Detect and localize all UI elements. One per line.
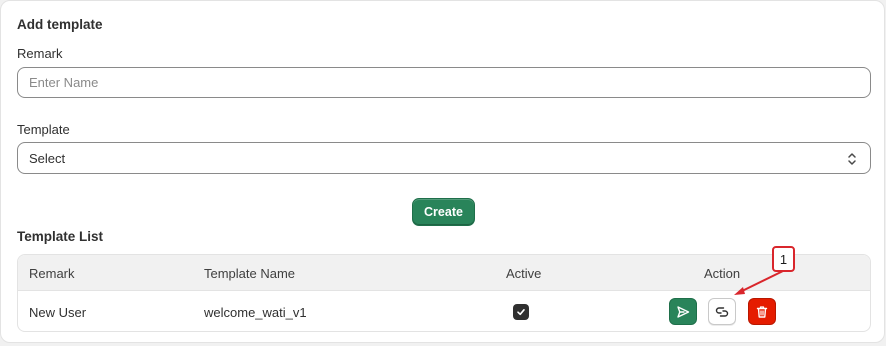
template-select-value: Select	[29, 150, 66, 166]
template-select[interactable]: Select	[17, 142, 871, 174]
create-button[interactable]: Create	[412, 198, 475, 226]
chevron-up-down-icon	[848, 153, 856, 165]
active-checkbox[interactable]	[513, 304, 529, 320]
annotation-arrow-icon	[734, 270, 784, 295]
row-remark: New User	[29, 305, 87, 320]
column-header-template-name: Template Name	[204, 266, 296, 281]
column-header-active: Active	[506, 266, 542, 281]
remark-input[interactable]	[17, 67, 871, 98]
row-template-name: welcome_wati_v1	[204, 305, 307, 320]
send-button[interactable]	[669, 298, 697, 325]
column-header-remark: Remark	[29, 266, 75, 281]
check-icon	[517, 309, 525, 316]
delete-button[interactable]	[748, 298, 776, 325]
send-icon	[677, 305, 690, 318]
trash-icon	[756, 305, 768, 318]
template-label: Template	[17, 122, 70, 137]
template-list-title: Template List	[17, 229, 104, 244]
copy-button[interactable]	[708, 298, 736, 325]
copy-icon	[715, 306, 729, 317]
remark-label: Remark	[17, 46, 63, 61]
add-template-title: Add template	[17, 17, 103, 32]
